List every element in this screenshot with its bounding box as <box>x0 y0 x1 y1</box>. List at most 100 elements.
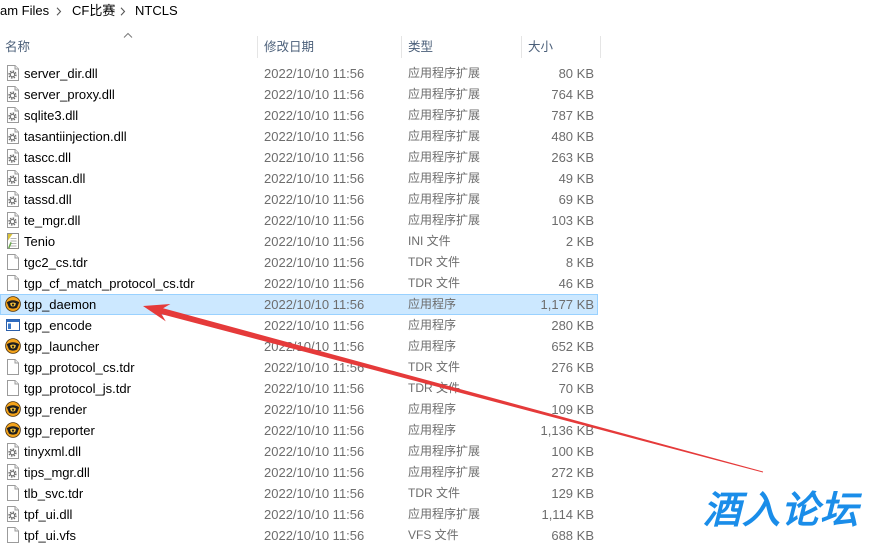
file-list: server_dir.dll 2022/10/10 11:56 应用程序扩展 8… <box>0 63 598 546</box>
column-header-type[interactable]: 类型 <box>408 36 433 58</box>
file-type: 应用程序扩展 <box>408 213 481 227</box>
file-name: server_proxy.dll <box>24 87 115 102</box>
column-header-size[interactable]: 大小 <box>528 36 553 58</box>
blank-file-icon <box>5 359 21 375</box>
file-type: 应用程序扩展 <box>408 108 481 122</box>
column-header-date-modified[interactable]: 修改日期 <box>264 36 314 58</box>
blank-file-icon <box>5 380 21 396</box>
file-size: 109 KB <box>551 402 594 417</box>
file-row[interactable]: tlb_svc.tdr 2022/10/10 11:56 TDR 文件 129 … <box>0 483 598 504</box>
file-row[interactable]: tgp_encode 2022/10/10 11:56 应用程序 280 KB <box>0 315 598 336</box>
dll-file-icon <box>5 128 21 144</box>
file-type: TDR 文件 <box>408 276 460 290</box>
file-name: tassd.dll <box>24 192 72 207</box>
cf-game-app-icon <box>5 296 21 312</box>
file-modified-date: 2022/10/10 11:56 <box>264 234 365 249</box>
file-row[interactable]: tgp_reporter 2022/10/10 11:56 应用程序 1,136… <box>0 420 598 441</box>
file-size: 263 KB <box>551 150 594 165</box>
file-type: 应用程序 <box>408 423 457 437</box>
file-row[interactable]: tips_mgr.dll 2022/10/10 11:56 应用程序扩展 272… <box>0 462 598 483</box>
file-modified-date: 2022/10/10 11:56 <box>264 402 365 417</box>
column-header-name[interactable]: 名称 <box>5 36 30 58</box>
file-size: 1,177 KB <box>540 297 595 312</box>
file-type: 应用程序扩展 <box>408 87 481 101</box>
blank-file-icon <box>5 254 21 270</box>
file-type: 应用程序扩展 <box>408 507 481 521</box>
file-type: 应用程序 <box>408 318 457 332</box>
file-row[interactable]: tgp_cf_match_protocol_cs.tdr 2022/10/10 … <box>0 273 598 294</box>
file-modified-date: 2022/10/10 11:56 <box>264 276 365 291</box>
file-row[interactable]: te_mgr.dll 2022/10/10 11:56 应用程序扩展 103 K… <box>0 210 598 231</box>
file-name: server_dir.dll <box>24 66 98 81</box>
chevron-right-icon[interactable] <box>56 7 62 16</box>
file-size: 129 KB <box>551 486 594 501</box>
column-resize-handle[interactable] <box>257 36 258 58</box>
file-name: tgp_protocol_cs.tdr <box>24 360 135 375</box>
file-row[interactable]: server_proxy.dll 2022/10/10 11:56 应用程序扩展… <box>0 84 598 105</box>
file-row[interactable]: server_dir.dll 2022/10/10 11:56 应用程序扩展 8… <box>0 63 598 84</box>
file-row[interactable]: tasscan.dll 2022/10/10 11:56 应用程序扩展 49 K… <box>0 168 598 189</box>
file-name: tlb_svc.tdr <box>24 486 84 501</box>
file-row[interactable]: tascc.dll 2022/10/10 11:56 应用程序扩展 263 KB <box>0 147 598 168</box>
file-name: tgp_daemon <box>24 297 97 312</box>
breadcrumb-item-cf-match[interactable]: CF比赛 <box>72 0 115 22</box>
breadcrumb-item-program-files[interactable]: am Files <box>0 0 49 22</box>
file-modified-date: 2022/10/10 11:56 <box>264 192 365 207</box>
file-row[interactable]: tgp_launcher 2022/10/10 11:56 应用程序 652 K… <box>0 336 598 357</box>
column-resize-handle[interactable] <box>401 36 402 58</box>
file-name: tasscan.dll <box>24 171 86 186</box>
file-row[interactable]: tassd.dll 2022/10/10 11:56 应用程序扩展 69 KB <box>0 189 598 210</box>
file-row[interactable]: tinyxml.dll 2022/10/10 11:56 应用程序扩展 100 … <box>0 441 598 462</box>
file-size: 100 KB <box>551 444 594 459</box>
file-modified-date: 2022/10/10 11:56 <box>264 150 365 165</box>
file-type: TDR 文件 <box>408 255 460 269</box>
file-name: tpf_ui.dll <box>24 507 73 522</box>
file-size: 70 KB <box>558 381 594 396</box>
file-size: 46 KB <box>558 276 594 291</box>
file-row[interactable]: tpf_ui.dll 2022/10/10 11:56 应用程序扩展 1,114… <box>0 504 598 525</box>
file-row[interactable]: tgp_render 2022/10/10 11:56 应用程序 109 KB <box>0 399 598 420</box>
blank-file-icon <box>5 485 21 501</box>
breadcrumb-item-ntcls[interactable]: NTCLS <box>135 0 178 22</box>
dll-file-icon <box>5 464 21 480</box>
file-row[interactable]: Tenio 2022/10/10 11:56 INI 文件 2 KB <box>0 231 598 252</box>
file-modified-date: 2022/10/10 11:56 <box>264 444 365 459</box>
file-size: 787 KB <box>551 108 594 123</box>
file-name: tpf_ui.vfs <box>24 528 77 543</box>
file-type: 应用程序扩展 <box>408 171 481 185</box>
file-row[interactable]: tgp_protocol_cs.tdr 2022/10/10 11:56 TDR… <box>0 357 598 378</box>
file-row[interactable]: tgc2_cs.tdr 2022/10/10 11:56 TDR 文件 8 KB <box>0 252 598 273</box>
file-row[interactable]: tpf_ui.vfs 2022/10/10 11:56 VFS 文件 688 K… <box>0 525 598 546</box>
file-modified-date: 2022/10/10 11:56 <box>264 108 365 123</box>
file-row[interactable]: tgp_daemon 2022/10/10 11:56 应用程序 1,177 K… <box>0 294 598 315</box>
dll-file-icon <box>5 212 21 228</box>
file-row[interactable]: sqlite3.dll 2022/10/10 11:56 应用程序扩展 787 … <box>0 105 598 126</box>
file-size: 69 KB <box>558 192 594 207</box>
file-modified-date: 2022/10/10 11:56 <box>264 171 365 186</box>
file-size: 1,136 KB <box>540 423 595 438</box>
chevron-right-icon[interactable] <box>120 7 126 16</box>
file-name: tasantiinjection.dll <box>24 129 127 144</box>
cf-game-app-icon <box>5 338 21 354</box>
blank-file-icon <box>5 275 21 291</box>
file-modified-date: 2022/10/10 11:56 <box>264 528 365 543</box>
watermark-logo: 酒入论坛 <box>703 490 860 532</box>
file-size: 103 KB <box>551 213 594 228</box>
file-modified-date: 2022/10/10 11:56 <box>264 339 365 354</box>
cf-game-app-icon <box>5 422 21 438</box>
file-type: 应用程序扩展 <box>408 129 481 143</box>
dll-file-icon <box>5 170 21 186</box>
file-name: tgc2_cs.tdr <box>24 255 88 270</box>
breadcrumb: am Files CF比赛 NTCLS <box>0 0 878 22</box>
file-modified-date: 2022/10/10 11:56 <box>264 360 365 375</box>
file-row[interactable]: tasantiinjection.dll 2022/10/10 11:56 应用… <box>0 126 598 147</box>
column-resize-handle[interactable] <box>521 36 522 58</box>
dll-file-icon <box>5 107 21 123</box>
file-name: tgp_launcher <box>24 339 100 354</box>
file-size: 276 KB <box>551 360 594 375</box>
file-size: 652 KB <box>551 339 594 354</box>
file-modified-date: 2022/10/10 11:56 <box>264 87 365 102</box>
column-resize-handle[interactable] <box>600 36 601 58</box>
dll-file-icon <box>5 191 21 207</box>
file-row[interactable]: tgp_protocol_js.tdr 2022/10/10 11:56 TDR… <box>0 378 598 399</box>
